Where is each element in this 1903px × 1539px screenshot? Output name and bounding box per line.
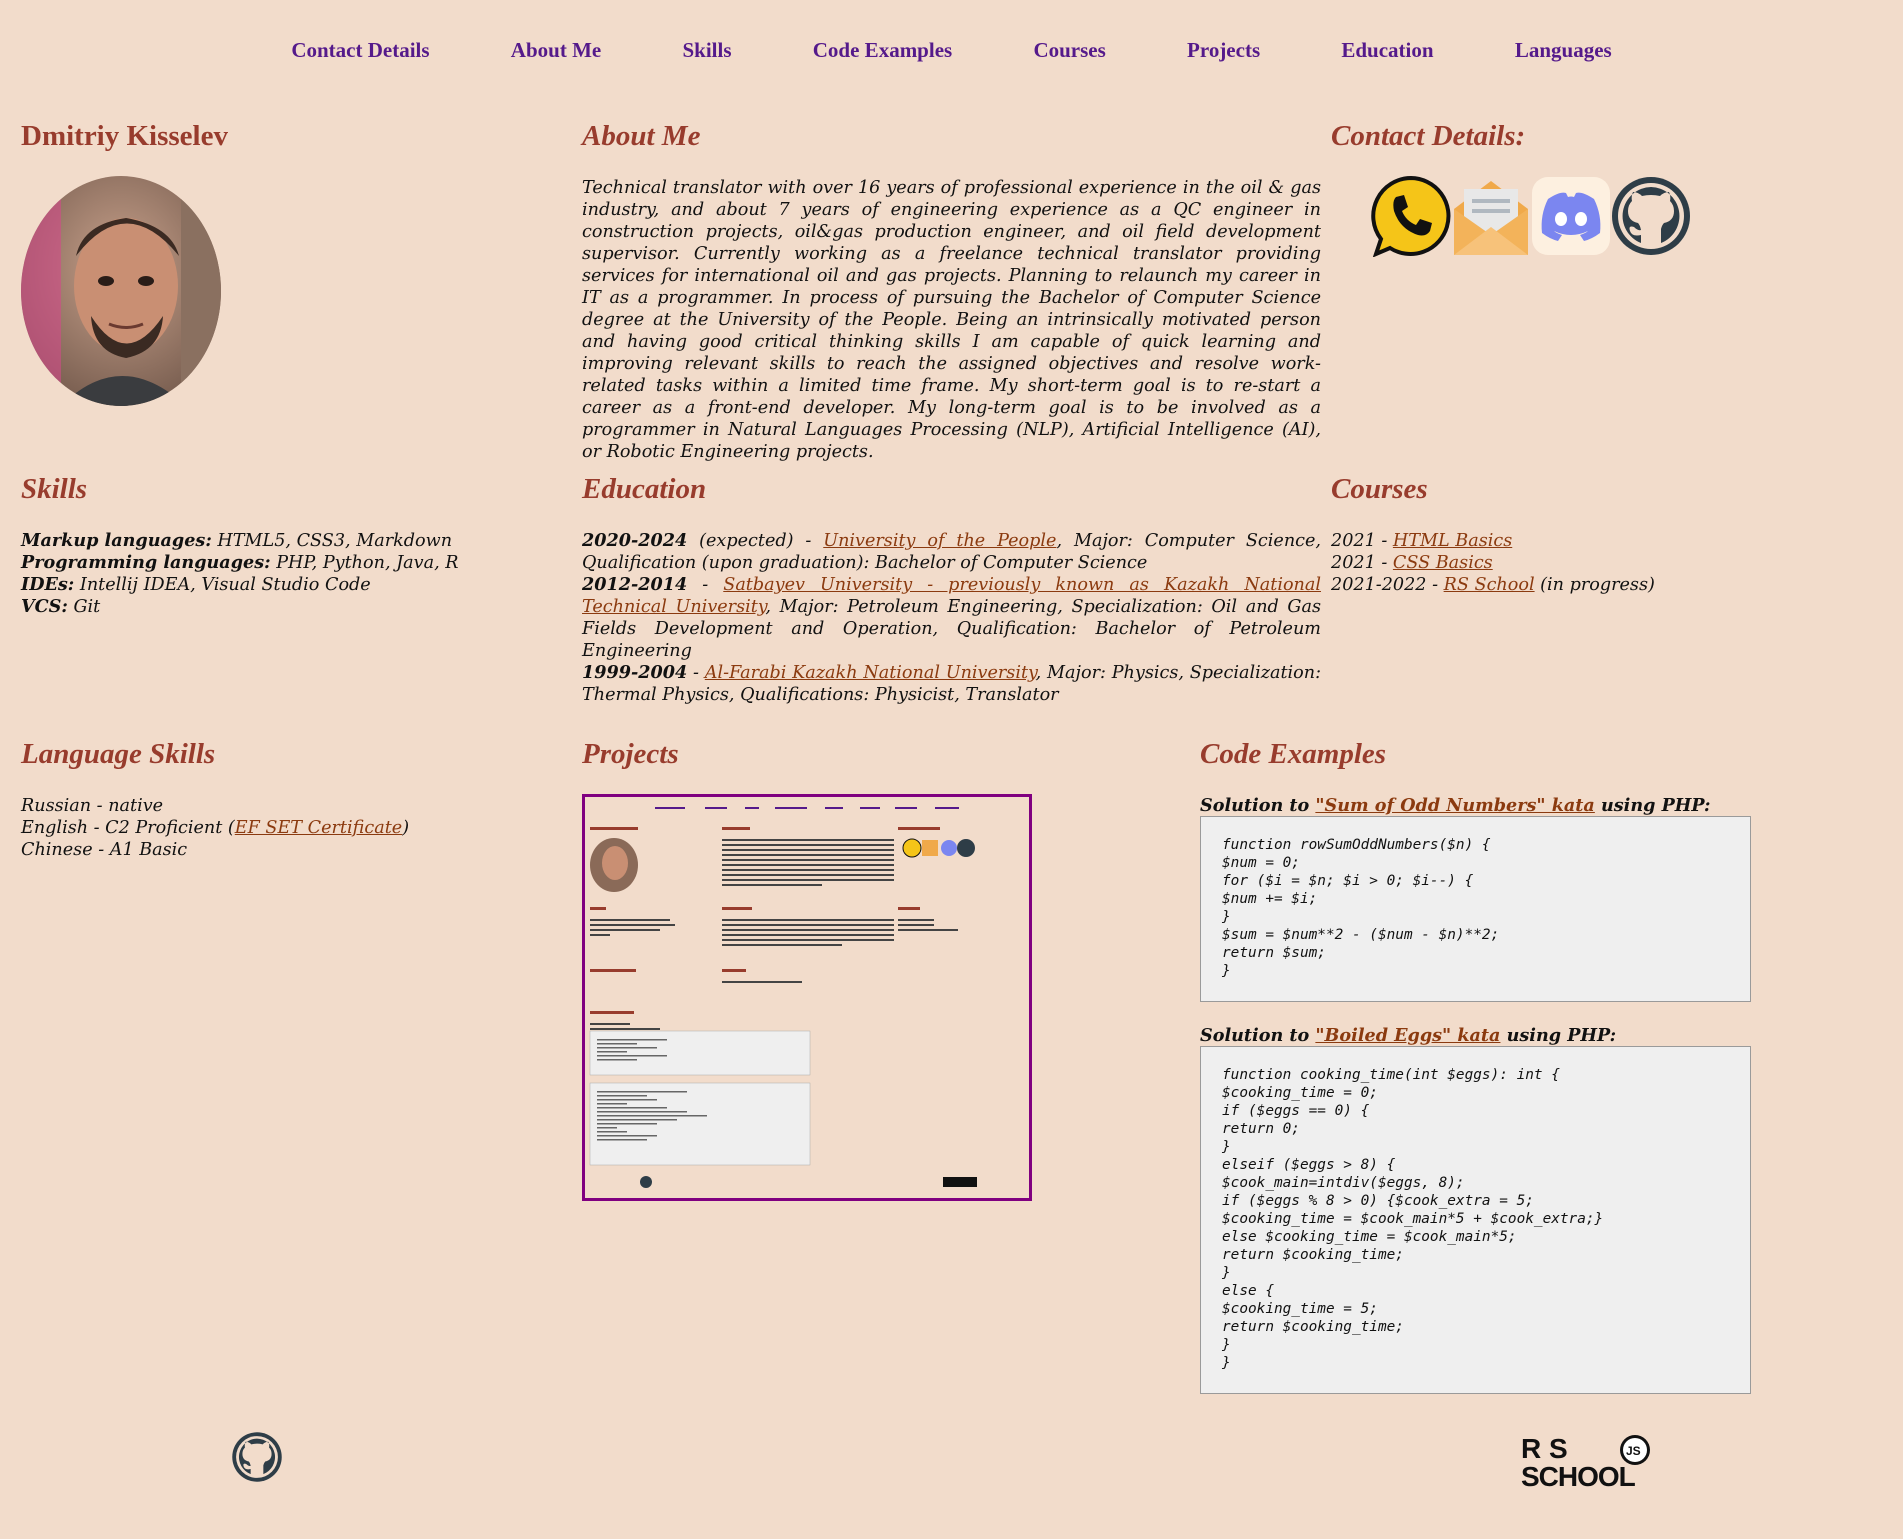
logo-text-top: R S	[1521, 1433, 1568, 1464]
languages-list: Russian - native English - C2 Proficient…	[21, 795, 541, 861]
course-link[interactable]: HTML Basics	[1393, 531, 1512, 551]
skill-label: Programming languages:	[21, 552, 271, 573]
nav-contact-details[interactable]: Contact Details	[291, 38, 429, 63]
skill-label: IDEs:	[21, 574, 75, 595]
education-years: 2020-2024	[582, 530, 688, 551]
course-item: 2021-2022 - RS School (in progress)	[1331, 575, 1655, 595]
skill-label: VCS:	[21, 596, 68, 617]
education-item: 1999-2004 - Al-Farabi Kazakh National Un…	[582, 662, 1321, 705]
profile-name: Dmitriy Kisselev	[21, 120, 228, 152]
nav-code-examples[interactable]: Code Examples	[813, 38, 952, 63]
language-item: Chinese - A1 Basic	[21, 840, 188, 860]
code-examples-title: Code Examples	[1200, 738, 1387, 770]
language-item: Russian - native	[21, 796, 164, 816]
skill-item: IDEs: Intellij IDEA, Visual Studio Code	[21, 574, 541, 596]
skill-item: Markup languages: HTML5, CSS3, Markdown	[21, 530, 541, 552]
code-block: function rowSumOddNumbers($n) { $num = 0…	[1200, 816, 1751, 1002]
skills-title: Skills	[21, 473, 88, 505]
nav-about-me[interactable]: About Me	[511, 38, 601, 63]
course-item: 2021 - HTML Basics	[1331, 531, 1513, 551]
skill-item: Programming languages: PHP, Python, Java…	[21, 552, 541, 574]
email-icon[interactable]	[1450, 175, 1532, 257]
nav-skills[interactable]: Skills	[682, 38, 731, 63]
education-item: 2012-2014 - Satbayev University - previo…	[582, 574, 1321, 661]
nav-education[interactable]: Education	[1341, 38, 1433, 63]
discord-icon[interactable]	[1530, 175, 1612, 257]
skill-value: Git	[67, 597, 101, 617]
about-text: Technical translator with over 16 years …	[582, 178, 1321, 462]
project-preview-graphic	[589, 807, 977, 1188]
about-title: About Me	[582, 120, 701, 152]
logo-text-bottom: SCHOOL	[1521, 1461, 1636, 1490]
course-link[interactable]: CSS Basics	[1393, 553, 1493, 573]
nav-projects[interactable]: Projects	[1187, 38, 1260, 63]
github-icon[interactable]	[1610, 175, 1692, 257]
skills-list: Markup languages: HTML5, CSS3, Markdown …	[21, 530, 541, 618]
rs-school-logo[interactable]: R S SCHOOL JS	[1521, 1430, 1673, 1492]
nav-languages[interactable]: Languages	[1515, 38, 1612, 63]
main-nav: Contact Details About Me Skills Code Exa…	[0, 38, 1903, 63]
nav-courses[interactable]: Courses	[1033, 38, 1105, 63]
courses-title: Courses	[1331, 473, 1428, 505]
course-item: 2021 - CSS Basics	[1331, 553, 1493, 573]
contact-title: Contact Details:	[1331, 120, 1526, 152]
education-list: 2020-2024 (expected) - University of the…	[582, 530, 1321, 706]
skill-item: VCS: Git	[21, 596, 541, 618]
languages-title: Language Skills	[21, 738, 216, 770]
skill-value: HTML5, CSS3, Markdown	[211, 531, 453, 551]
avatar	[21, 176, 221, 406]
skill-value: Intellij IDEA, Visual Studio Code	[74, 575, 371, 595]
ef-set-certificate-link[interactable]: EF SET Certificate	[235, 818, 402, 838]
skill-label: Markup languages:	[21, 530, 212, 551]
rs-school-logo-graphic: R S SCHOOL JS	[1521, 1433, 1650, 1492]
boiled-eggs-kata-link[interactable]: "Boiled Eggs" kata	[1315, 1025, 1500, 1046]
course-link[interactable]: RS School	[1444, 575, 1535, 595]
sum-of-odd-numbers-kata-link[interactable]: "Sum of Odd Numbers" kata	[1315, 795, 1594, 816]
skill-value: PHP, Python, Java, R	[270, 553, 459, 573]
phone-icon[interactable]	[1370, 175, 1452, 258]
project-preview-thumbnail[interactable]	[582, 794, 1032, 1201]
education-item: 2020-2024 (expected) - University of the…	[582, 530, 1322, 573]
education-link[interactable]: Al-Farabi Kazakh National University	[705, 663, 1036, 683]
education-years: 2012-2014	[582, 574, 688, 595]
code-caption: Solution to "Sum of Odd Numbers" kata us…	[1200, 795, 1711, 816]
courses-list: 2021 - HTML Basics 2021 - CSS Basics 202…	[1331, 530, 1751, 596]
projects-title: Projects	[582, 738, 679, 770]
education-link[interactable]: University of the People	[823, 531, 1056, 551]
language-item: English - C2 Proficient (EF SET Certific…	[21, 818, 410, 838]
education-years: 1999-2004	[582, 662, 688, 683]
footer-github-icon[interactable]	[231, 1431, 283, 1483]
logo-badge: JS	[1626, 1444, 1641, 1458]
code-block: function cooking_time(int $eggs): int { …	[1200, 1046, 1751, 1394]
education-title: Education	[582, 473, 707, 505]
code-caption: Solution to "Boiled Eggs" kata using PHP…	[1200, 1025, 1617, 1046]
